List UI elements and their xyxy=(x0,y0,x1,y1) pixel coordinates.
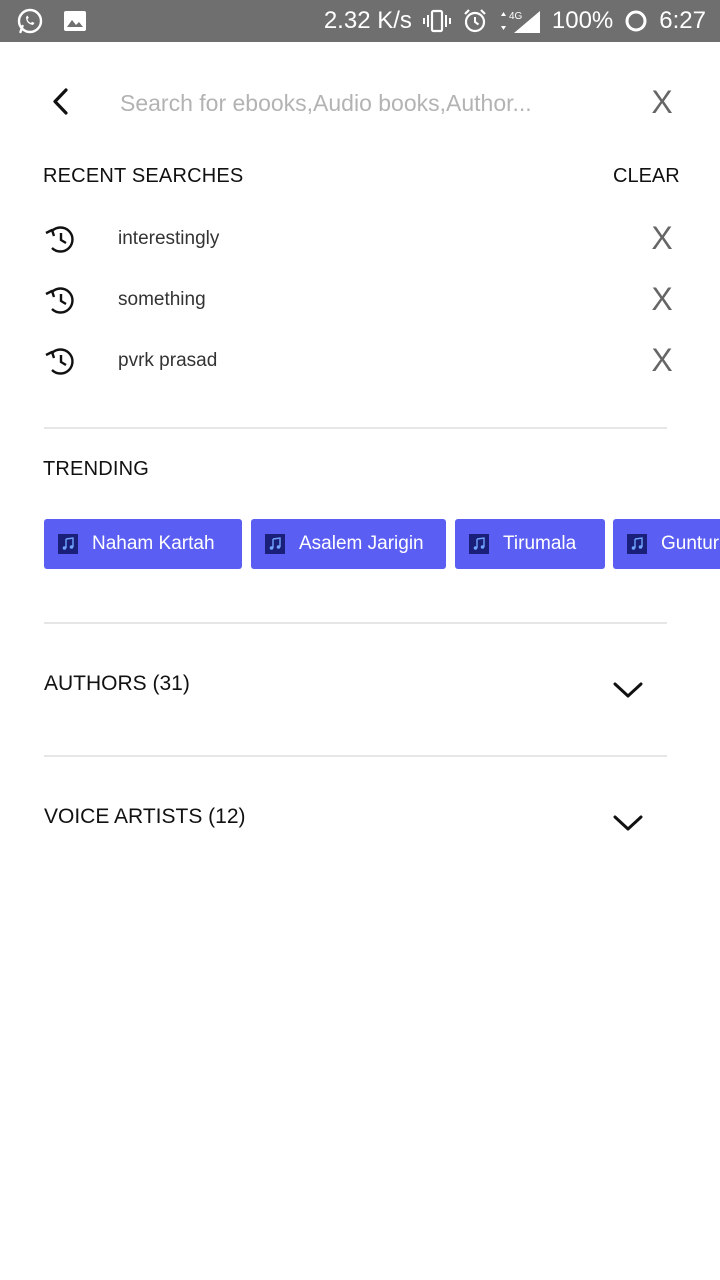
chip-label: Asalem Jarigin xyxy=(299,533,424,554)
recent-search-item[interactable]: something X xyxy=(0,273,720,329)
trending-chip[interactable]: Guntur xyxy=(613,519,720,569)
divider xyxy=(44,622,667,624)
search-input[interactable] xyxy=(120,82,620,124)
status-left-icons xyxy=(16,7,88,35)
remove-recent-button[interactable]: X xyxy=(648,340,676,380)
clear-recent-button[interactable]: CLEAR xyxy=(613,165,680,188)
authors-section-toggle[interactable]: AUTHORS (31) xyxy=(0,658,720,718)
back-button[interactable] xyxy=(44,84,80,120)
chevron-down-icon xyxy=(610,805,646,841)
recent-search-item[interactable]: pvrk prasad X xyxy=(0,334,720,390)
remove-recent-button[interactable]: X xyxy=(648,218,676,258)
trending-chip[interactable]: Naham Kartah xyxy=(44,519,242,569)
trending-chip[interactable]: Tirumala xyxy=(455,519,605,569)
history-icon xyxy=(44,344,78,378)
chip-label: Tirumala xyxy=(503,533,577,554)
recent-search-item[interactable]: interestingly X xyxy=(0,212,720,268)
whatsapp-icon xyxy=(16,7,44,35)
battery-icon xyxy=(623,8,649,34)
history-icon xyxy=(44,283,78,317)
voice-artists-section-toggle[interactable]: VOICE ARTISTS (12) xyxy=(0,791,720,851)
chevron-down-icon xyxy=(610,672,646,708)
chip-label: Guntur xyxy=(661,533,720,554)
network-type: 4G xyxy=(509,11,523,22)
trending-chips: Naham Kartah Asalem Jarigin Tirumala Gun… xyxy=(44,519,720,569)
music-note-icon xyxy=(627,534,647,554)
music-note-icon xyxy=(469,534,489,554)
recent-search-text: interestingly xyxy=(118,228,220,249)
music-note-icon xyxy=(58,534,78,554)
music-note-icon xyxy=(265,534,285,554)
alarm-icon xyxy=(462,8,488,34)
clock: 6:27 xyxy=(659,7,706,34)
recent-searches-title: RECENT SEARCHES xyxy=(43,165,244,187)
status-right: 2.32 K/s 4G 100% 6:27 xyxy=(324,0,706,42)
signal-icon: 4G xyxy=(498,7,542,35)
remove-recent-button[interactable]: X xyxy=(648,279,676,319)
battery-percent: 100% xyxy=(551,7,614,34)
trending-chip[interactable]: Asalem Jarigin xyxy=(251,519,446,569)
chip-label: Naham Kartah xyxy=(92,533,215,554)
image-icon xyxy=(62,7,88,35)
voice-artists-title: VOICE ARTISTS (12) xyxy=(44,805,246,828)
vibrate-icon xyxy=(422,9,452,33)
trending-title: TRENDING xyxy=(43,458,150,480)
divider xyxy=(44,755,667,757)
divider xyxy=(44,427,667,429)
recent-search-text: something xyxy=(118,289,206,310)
recent-search-text: pvrk prasad xyxy=(118,350,218,371)
net-speed: 2.32 K/s xyxy=(323,7,412,34)
status-bar: 2.32 K/s 4G 100% 6:27 xyxy=(0,0,720,42)
authors-title: AUTHORS (31) xyxy=(44,672,190,695)
history-icon xyxy=(44,222,78,256)
clear-search-button[interactable]: X xyxy=(646,82,678,122)
back-arrow-icon xyxy=(53,88,68,115)
